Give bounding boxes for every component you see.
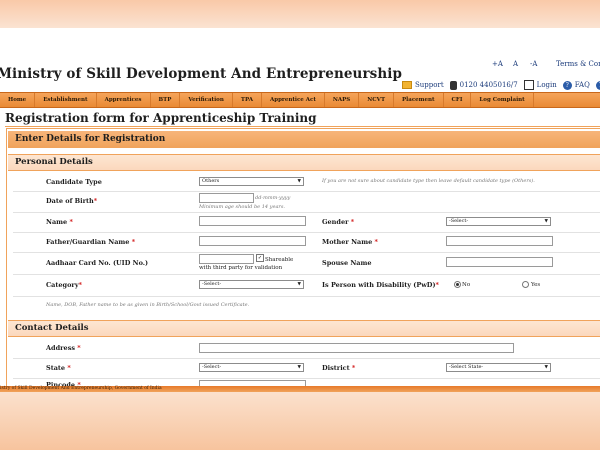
nav-verification[interactable]: Verification [180,93,233,107]
gender-label: Gender * [322,218,355,226]
nav-placement[interactable]: Placement [394,93,444,107]
candidate-type-select[interactable]: Others [199,177,304,186]
father-name-label: Father/Guardian Name * [46,238,136,246]
panel-title: Enter Details for Registration [15,134,166,144]
bottom-decorative-band [0,392,600,450]
top-white-band [0,28,600,60]
personal-details-title: Personal Details [15,157,93,167]
login-link[interactable]: Login [523,80,557,90]
district-label: District * [322,364,356,372]
district-select[interactable]: -Select State- [446,363,551,372]
name-input[interactable] [199,216,306,226]
login-icon [523,80,534,90]
dob-hint: Minimum age should be 14 years. [199,204,285,210]
help-link[interactable]: ? H [595,80,600,90]
main-nav: Home Establishment Apprentices BTP Verif… [0,92,600,108]
category-select[interactable]: -Select- [199,280,304,289]
nav-ncvt[interactable]: NCVT [359,93,395,107]
name-label: Name * [46,218,73,226]
nav-log-complaint[interactable]: Log Complaint [471,93,534,107]
mother-name-label: Mother Name * [322,238,378,246]
pwd-label: Is Person with Disability (PwD)* [322,281,439,289]
address-label: Address * [46,344,81,352]
shareable-label: Shareable with third party for validatio… [199,257,294,271]
font-decrease-button[interactable]: -A [530,60,537,68]
address-input[interactable] [199,343,514,353]
support-link[interactable]: Support [402,81,444,89]
nav-apprentice-act[interactable]: Apprentice Act [262,93,325,107]
phone-info: 0120 4405016/7 [449,80,518,90]
spouse-name-label: Spouse Name [322,259,372,267]
name-dob-note: Name, DOB, Father name to be as given in… [46,302,250,308]
login-label: Login [536,81,557,89]
phone-number: 0120 4405016/7 [459,81,518,89]
nav-cfi[interactable]: CFI [444,93,472,107]
personal-details-header: Personal Details [8,154,600,171]
mail-icon [402,81,412,89]
pwd-yes-radio[interactable] [522,281,529,288]
faq-icon: ? [562,80,572,90]
state-select[interactable]: -Select- [199,363,304,372]
font-normal-button[interactable]: A [513,60,518,68]
dob-input[interactable] [199,193,254,203]
candidate-type-label: Candidate Type [46,178,102,186]
panel-header: Enter Details for Registration [8,131,600,148]
state-label: State * [46,364,71,372]
category-label: Category* [46,281,83,289]
row-dob [13,191,600,213]
support-label: Support [415,81,444,89]
terms-link[interactable]: Terms & Condi [556,60,600,68]
aadhaar-label: Aadhaar Card No. (UID No.) [46,259,149,267]
nav-establishment[interactable]: Establishment [35,93,97,107]
help-icon: ? [595,80,600,90]
row-category-pwd [13,274,600,297]
pwd-yes-label: Yes [531,282,541,288]
nav-naps[interactable]: NAPS [325,93,360,107]
font-increase-button[interactable]: +A [492,60,503,68]
pwd-no-radio[interactable] [454,281,461,288]
contact-details-title: Contact Details [15,323,89,333]
nav-tpa[interactable]: TPA [233,93,262,107]
dob-label: Date of Birth* [46,197,98,205]
spouse-name-input[interactable] [446,257,553,267]
footer-text: istry of Skill Development And Entrepren… [0,386,162,391]
phone-icon [449,80,457,90]
faq-link[interactable]: ? FAQ [562,80,590,90]
mother-name-input[interactable] [446,236,553,246]
pwd-no-label: No [462,282,471,288]
father-name-input[interactable] [199,236,306,246]
nav-btp[interactable]: BTP [151,93,181,107]
nav-home[interactable]: Home [0,93,36,107]
title-divider [5,126,600,127]
dob-placeholder: dd-mmm-yyyy [255,195,291,201]
page-title: Registration form for Apprenticeship Tra… [5,111,317,125]
faq-label: FAQ [574,81,590,89]
contact-details-header: Contact Details [8,320,600,337]
gender-select[interactable]: -Select- [446,217,551,226]
ministry-title: Ministry of Skill Development And Entrep… [0,66,403,82]
top-links: Support 0120 4405016/7 Login ? FAQ ? H [402,79,600,91]
top-decorative-band [0,0,600,28]
nav-apprentices[interactable]: Apprentices [97,93,151,107]
candidate-type-hint: If you are not sure about candidate type… [322,178,535,184]
